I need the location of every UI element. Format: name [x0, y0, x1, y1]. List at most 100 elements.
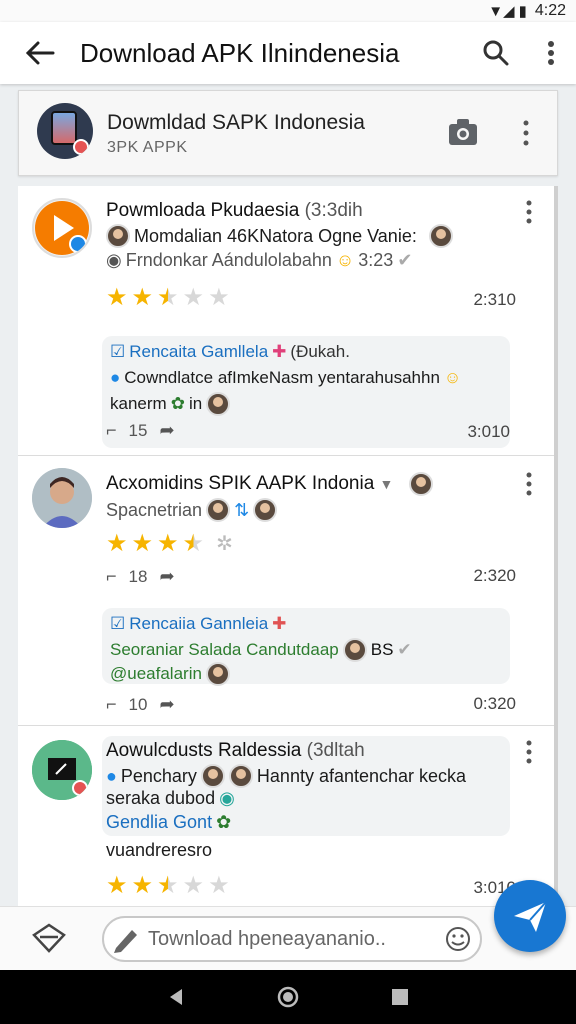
post-line-text: Spacnetrian — [106, 499, 203, 520]
attach-icon[interactable] — [30, 921, 68, 955]
post-line-text: vuandreresro — [106, 840, 213, 860]
post-line-text: Frndonkar Aándulolabahn — [125, 250, 332, 270]
back-button[interactable] — [0, 22, 80, 84]
nav-recents-icon[interactable] — [390, 987, 410, 1007]
post-avatar — [32, 198, 92, 258]
post-line: ● Penchary Hannty afantenchar kecka — [106, 764, 466, 788]
quote-meta: (Ðukah. — [290, 342, 350, 361]
post-line: vuandreresro — [106, 840, 212, 861]
paper-plane-icon — [514, 901, 547, 932]
post-more-icon[interactable] — [522, 472, 536, 496]
user-face-icon — [408, 472, 433, 496]
verified-badge-icon — [73, 139, 89, 155]
post-item[interactable]: Acxomidins SPIK AAPK Indonia ▼ Spacnetri… — [18, 456, 558, 726]
star-icon: ★ — [106, 872, 128, 899]
app-bar: Download APK Ilnindenesia — [0, 22, 576, 84]
quote-line: ● Cowndlatce afImkeNasm yentarahusahhn ☺ — [110, 368, 461, 388]
channel-subtitle: 3PK APPK — [107, 139, 188, 156]
user-face-icon — [228, 764, 253, 788]
post-title-text: Acxomidins SPIK AAPK Indonia — [106, 473, 375, 495]
post-line-text: Gendlia Gont — [106, 812, 213, 832]
channel-more-icon[interactable] — [517, 119, 535, 147]
link-arrows-icon: ⇅ — [234, 499, 250, 520]
link-icon: ☑ — [110, 614, 126, 633]
star-icon: ★ — [182, 872, 205, 899]
repost-icon[interactable]: ⌐ — [106, 420, 117, 441]
repost-icon[interactable]: ⌐ — [106, 694, 117, 715]
app-logo-icon — [32, 740, 92, 800]
overflow-menu-button[interactable] — [526, 22, 576, 84]
post-item[interactable]: Aowulcdusts Raldessia (3dltah ● Penchary… — [18, 726, 558, 906]
nav-home-icon[interactable] — [276, 985, 300, 1009]
post-more-icon[interactable] — [522, 740, 536, 764]
emoji-icon[interactable] — [440, 924, 480, 954]
star-icon: ★ — [131, 530, 154, 557]
status-bar: ▼◢ ▮ 4:22 — [0, 0, 576, 22]
post-actions: ⌐ 18 ➦ — [106, 566, 175, 587]
share-arrow-icon[interactable]: ➦ — [159, 694, 174, 715]
nav-back-icon[interactable] — [166, 987, 186, 1007]
star-half-icon: ★ — [157, 872, 179, 899]
channel-header-card[interactable]: Dowmldad SAPK Indonesia 3PK APPK — [18, 90, 558, 176]
user-face-icon — [253, 498, 278, 522]
quoted-post[interactable]: ☑ Rencaiia Gannleia ✚ Seoraniar Salada C… — [102, 608, 510, 686]
quote-title-text: Rencaiia Gannleia — [129, 614, 269, 633]
quoted-post[interactable]: ☑ Rencaita Gamllela ✚ (Ðukah. ● Cowndlat… — [102, 336, 510, 448]
dropdown-icon[interactable]: ▼ — [380, 476, 394, 492]
signal-icon: ▼◢ — [488, 3, 515, 20]
leaf-icon: ✿ — [216, 812, 232, 832]
message-input-container[interactable] — [102, 916, 482, 962]
link-icon: ☑ — [110, 342, 126, 361]
person-avatar-icon — [32, 468, 92, 528]
gear-badge-icon: ✲ — [216, 533, 233, 555]
message-input[interactable] — [144, 918, 440, 960]
user-face-icon — [200, 764, 225, 788]
post-line: seraka dubod ◉ — [106, 788, 235, 809]
heart-badge-icon: ✚ — [272, 342, 287, 361]
scrollbar[interactable] — [554, 186, 558, 906]
post-line-suffix: Hannty afantenchar kecka — [256, 765, 467, 786]
blue-dot-icon: ● — [110, 368, 121, 387]
post-feed[interactable]: Powmloada Pkudaesia (3:3dih Momdalian 46… — [18, 186, 558, 906]
quote-title: ☑ Rencaiia Gannleia ✚ — [110, 614, 286, 634]
quote-line-suffix: in — [188, 394, 203, 413]
quote-line-text: Seoraniar Salada Candutdaap — [110, 640, 339, 659]
share-arrow-icon[interactable]: ➦ — [159, 566, 174, 587]
star-icon: ★ — [208, 872, 230, 899]
comment-count: 18 — [128, 566, 148, 586]
star-icon: ★ — [106, 284, 128, 311]
quote-line-text: @ueafalarin — [110, 664, 202, 683]
post-title-text: Aowulcdusts Raldessia — [106, 740, 302, 761]
page-title: Download APK Ilnindenesia — [80, 37, 400, 68]
channel-title: Dowmldad SAPK Indonesia — [107, 111, 365, 134]
post-item[interactable]: Powmloada Pkudaesia (3:3dih Momdalian 46… — [18, 186, 558, 456]
heart-badge-icon: ✚ — [272, 614, 287, 633]
quote-line: @ueafalarin — [110, 662, 230, 686]
post-line-text: Momdalian 46KNatora Ogne Vanie: — [134, 225, 417, 246]
more-vert-icon — [548, 41, 554, 65]
rating-stars: ★ ★ ★ ★ ★ — [106, 286, 230, 310]
post-line-text: Penchary — [120, 765, 197, 786]
search-icon — [483, 40, 509, 66]
user-face-icon — [205, 662, 230, 686]
camera-icon[interactable] — [447, 117, 479, 147]
search-button[interactable] — [466, 22, 526, 84]
post-title: Acxomidins SPIK AAPK Indonia ▼ — [106, 472, 433, 496]
star-icon: ★ — [131, 284, 154, 311]
smile-emoji-icon: ☺ — [335, 250, 355, 270]
post-line: ◉ Frndonkar Aándulolabahn ☺ 3:23 ✔ — [106, 250, 412, 271]
user-face-icon — [206, 498, 231, 522]
smile-emoji-icon: ☺ — [443, 368, 462, 387]
share-arrow-icon[interactable]: ➦ — [159, 420, 174, 441]
post-title-text: Powmloada Pkudaesia — [106, 200, 300, 221]
repost-icon[interactable]: ⌐ — [106, 566, 117, 587]
post-more-icon[interactable] — [522, 200, 536, 224]
post-time: 0:320 — [473, 694, 516, 713]
user-face-icon — [342, 638, 367, 662]
status-time: 4:22 — [534, 2, 566, 19]
post-line: Momdalian 46KNatora Ogne Vanie: — [106, 224, 453, 248]
send-fab-button[interactable] — [494, 880, 566, 952]
check-circle-icon: ✔ — [397, 250, 413, 270]
pen-icon — [114, 930, 137, 953]
star-icon: ★ — [182, 284, 205, 311]
